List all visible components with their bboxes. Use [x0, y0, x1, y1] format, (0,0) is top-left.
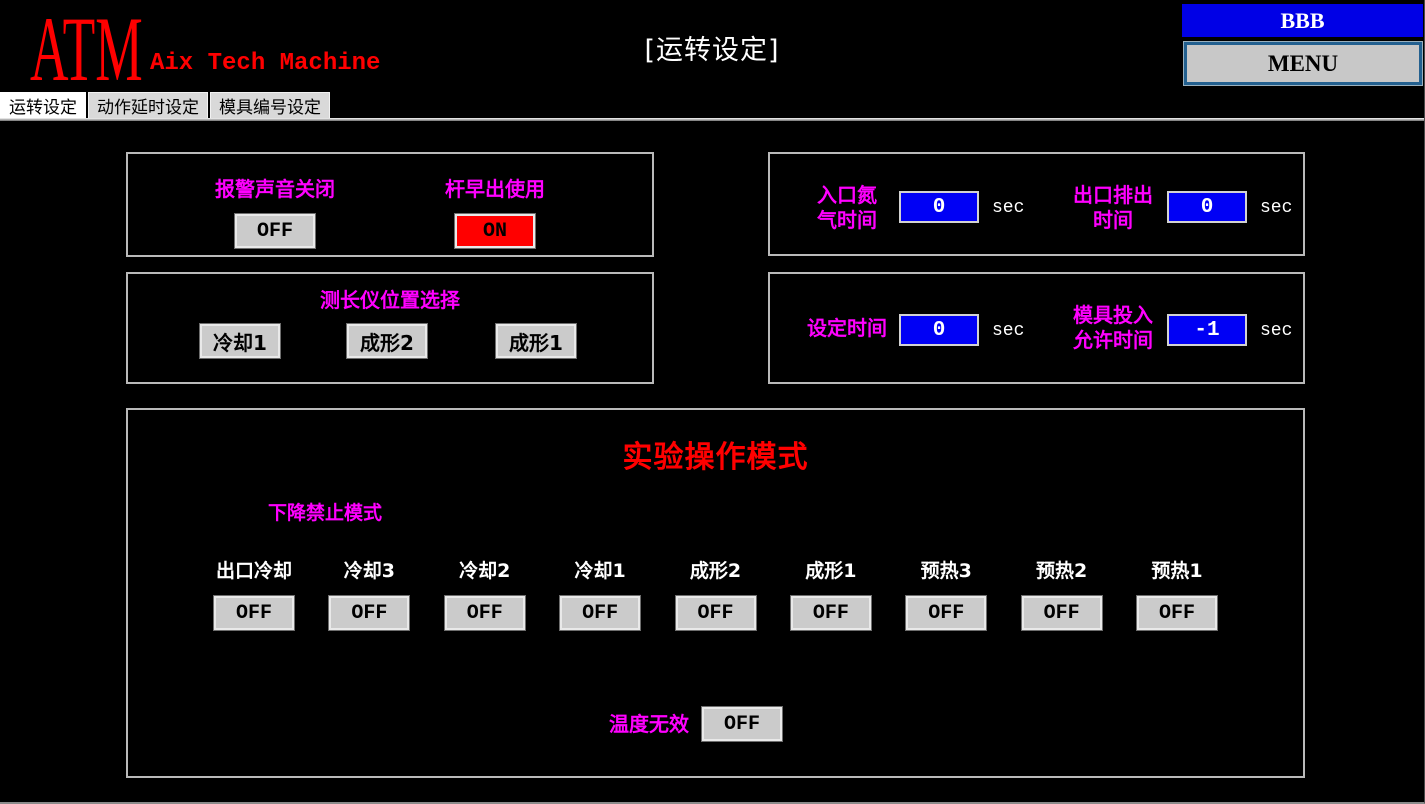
hmi-screen: ATM Aix Tech Machine [运转设定] BBB MENU 运转设… [0, 0, 1425, 804]
temperature-invalid-toggle[interactable]: OFF [702, 707, 782, 741]
descent-prohibit-label: 下降禁止模式 [268, 502, 382, 526]
channel-preheat2-toggle[interactable]: OFF [1022, 596, 1102, 630]
channel-cooling3-toggle[interactable]: OFF [329, 596, 409, 630]
channel-label: 预热2 [1005, 556, 1119, 583]
length-gauge-panel: 测长仪位置选择 冷却1 成形2 成形1 [126, 272, 654, 384]
channel-cooling2-toggle[interactable]: OFF [445, 596, 525, 630]
menu-button[interactable]: MENU [1184, 42, 1422, 85]
length-gauge-title: 测长仪位置选择 [128, 288, 652, 313]
alarm-rod-panel: 报警声音关闭 OFF 杆早出使用 ON [126, 152, 654, 257]
channel-preheat3: 预热3 OFF [889, 556, 1003, 630]
inlet-nitrogen-label: 入口氮 气时间 [817, 183, 877, 233]
experiment-mode-title: 实验操作模式 [128, 432, 1303, 476]
outlet-exhaust-time-field[interactable]: 0 [1167, 191, 1247, 223]
outlet-exhaust-label: 出口排出 时间 [1073, 183, 1153, 233]
channel-cooling1-toggle[interactable]: OFF [560, 596, 640, 630]
gauge-pos-forming2-button[interactable]: 成形2 [347, 324, 427, 358]
channel-cooling1: 冷却1 OFF [543, 556, 657, 630]
channel-outlet-cooling: 出口冷却 OFF [197, 556, 311, 630]
gauge-pos-forming1-button[interactable]: 成形1 [496, 324, 576, 358]
inlet-nitrogen-unit: sec [992, 198, 1024, 218]
channel-preheat1: 预热1 OFF [1120, 556, 1234, 630]
channel-row: 出口冷却 OFF 冷却3 OFF 冷却2 OFF 冷却1 OFF 成形2 OFF… [197, 556, 1234, 630]
rod-early-label: 杆早出使用 [395, 177, 595, 202]
channel-forming1-toggle[interactable]: OFF [791, 596, 871, 630]
nitrogen-time-panel: 入口氮 气时间 0 sec 出口排出 时间 0 sec [768, 152, 1305, 256]
outlet-exhaust-unit: sec [1260, 198, 1292, 218]
channel-preheat3-toggle[interactable]: OFF [906, 596, 986, 630]
set-time-panel: 设定时间 0 sec 模具投入 允许时间 -1 sec [768, 272, 1305, 384]
channel-label: 预热1 [1120, 556, 1234, 583]
mold-allow-time-unit: sec [1260, 321, 1292, 341]
set-time-label: 设定时间 [807, 316, 887, 341]
inlet-nitrogen-time-field[interactable]: 0 [899, 191, 979, 223]
channel-preheat1-toggle[interactable]: OFF [1137, 596, 1217, 630]
channel-label: 冷却3 [312, 556, 426, 583]
mold-allow-time-field[interactable]: -1 [1167, 314, 1247, 346]
experiment-mode-panel: 实验操作模式 下降禁止模式 出口冷却 OFF 冷却3 OFF 冷却2 OFF 冷… [126, 408, 1305, 778]
tab-underline [0, 118, 1425, 121]
tab-operation-settings[interactable]: 运转设定 [0, 92, 86, 118]
channel-label: 成形2 [659, 556, 773, 583]
alarm-sound-toggle[interactable]: OFF [235, 214, 315, 248]
channel-label: 出口冷却 [197, 556, 311, 583]
tab-action-delay-settings[interactable]: 动作延时设定 [88, 92, 208, 118]
alarm-sound-group: 报警声音关闭 OFF [175, 177, 375, 248]
channel-label: 冷却2 [428, 556, 542, 583]
set-time-field[interactable]: 0 [899, 314, 979, 346]
mold-allow-time-label: 模具投入 允许时间 [1073, 303, 1153, 353]
tab-mold-number-settings[interactable]: 模具编号设定 [210, 92, 330, 118]
channel-label: 预热3 [889, 556, 1003, 583]
set-time-unit: sec [992, 321, 1024, 341]
alarm-sound-label: 报警声音关闭 [175, 177, 375, 202]
screen-id-label: BBB [1182, 4, 1423, 37]
channel-label: 成形1 [774, 556, 888, 583]
channel-outlet-cooling-toggle[interactable]: OFF [214, 596, 294, 630]
channel-preheat2: 预热2 OFF [1005, 556, 1119, 630]
channel-label: 冷却1 [543, 556, 657, 583]
gauge-pos-cooling1-button[interactable]: 冷却1 [200, 324, 280, 358]
channel-forming2-toggle[interactable]: OFF [676, 596, 756, 630]
tab-bar: 运转设定 动作延时设定 模具编号设定 [0, 92, 330, 118]
channel-forming1: 成形1 OFF [774, 556, 888, 630]
temperature-invalid-label: 温度无效 [594, 712, 704, 737]
channel-forming2: 成形2 OFF [659, 556, 773, 630]
rod-early-group: 杆早出使用 ON [395, 177, 595, 248]
rod-early-toggle[interactable]: ON [455, 214, 535, 248]
channel-cooling2: 冷却2 OFF [428, 556, 542, 630]
channel-cooling3: 冷却3 OFF [312, 556, 426, 630]
